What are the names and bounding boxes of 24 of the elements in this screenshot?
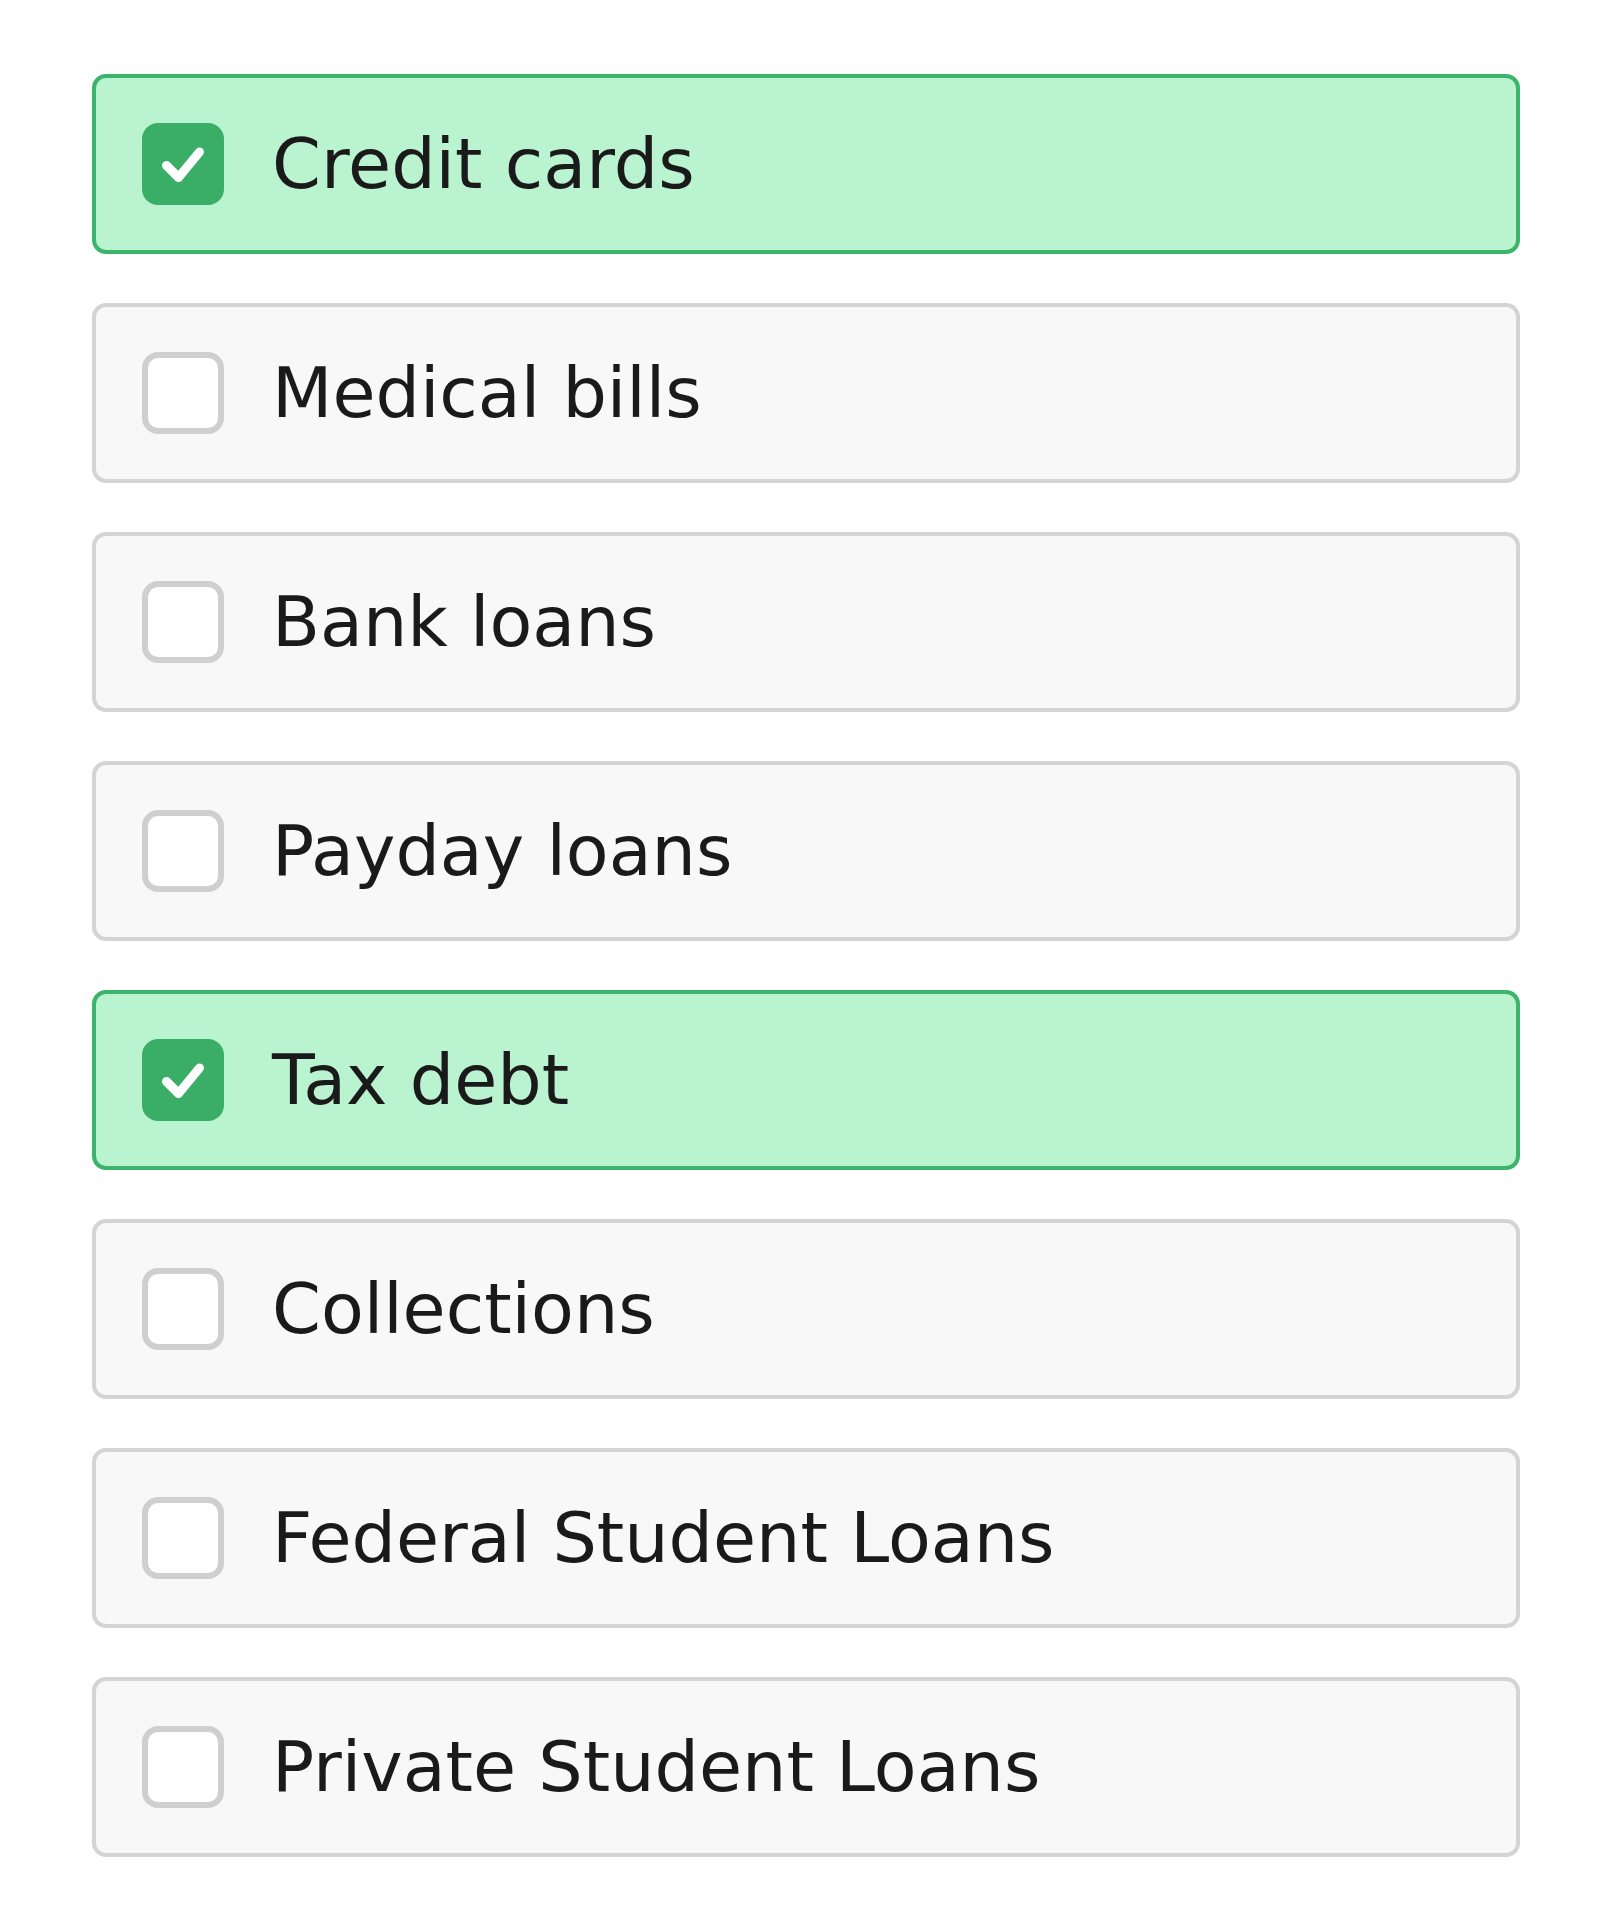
option-label: Bank loans bbox=[272, 581, 657, 663]
checkbox[interactable] bbox=[142, 581, 224, 663]
checkbox-option[interactable]: Federal Student Loans bbox=[92, 1448, 1520, 1628]
checkbox-option[interactable]: Credit cards bbox=[92, 74, 1520, 254]
option-label: Credit cards bbox=[272, 123, 695, 205]
option-label: Medical bills bbox=[272, 352, 702, 434]
checkbox-option[interactable]: Medical bills bbox=[92, 303, 1520, 483]
checkbox-option[interactable]: Collections bbox=[92, 1219, 1520, 1399]
checkbox-option[interactable]: Bank loans bbox=[92, 532, 1520, 712]
option-label: Collections bbox=[272, 1268, 655, 1350]
option-label: Federal Student Loans bbox=[272, 1497, 1055, 1579]
checkbox[interactable] bbox=[142, 1039, 224, 1121]
checkbox[interactable] bbox=[142, 352, 224, 434]
checkbox[interactable] bbox=[142, 1268, 224, 1350]
checkbox-option[interactable]: Private Student Loans bbox=[92, 1677, 1520, 1857]
checkbox-option[interactable]: Payday loans bbox=[92, 761, 1520, 941]
checkbox-option[interactable]: Tax debt bbox=[92, 990, 1520, 1170]
option-label: Payday loans bbox=[272, 810, 733, 892]
checkbox[interactable] bbox=[142, 810, 224, 892]
checkbox[interactable] bbox=[142, 1497, 224, 1579]
option-label: Private Student Loans bbox=[272, 1726, 1041, 1808]
option-label: Tax debt bbox=[272, 1039, 570, 1121]
checkbox[interactable] bbox=[142, 123, 224, 205]
checkbox[interactable] bbox=[142, 1726, 224, 1808]
